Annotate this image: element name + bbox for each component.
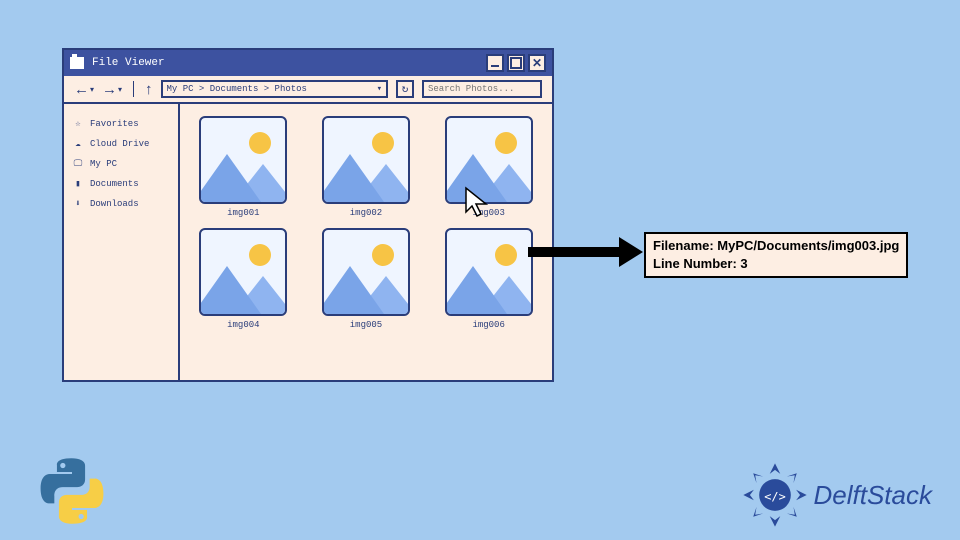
sidebar-item-label: Cloud Drive <box>90 139 149 149</box>
cloud-icon: ☁ <box>72 138 84 150</box>
python-logo <box>36 455 108 532</box>
back-button[interactable]: ←▾ <box>74 81 94 98</box>
sidebar-item-favorites[interactable]: ☆ Favorites <box>72 114 170 134</box>
sidebar-item-label: Favorites <box>90 119 139 129</box>
file-item[interactable]: img001 <box>194 116 293 218</box>
image-thumbnail[interactable] <box>322 116 410 204</box>
file-item[interactable]: img005 <box>317 228 416 330</box>
separator <box>133 81 134 97</box>
sidebar-item-cloud[interactable]: ☁ Cloud Drive <box>72 134 170 154</box>
file-item[interactable]: img004 <box>194 228 293 330</box>
sidebar-item-mypc[interactable]: 🖵 My PC <box>72 154 170 174</box>
file-item[interactable]: img002 <box>317 116 416 218</box>
laptop-icon: 🖵 <box>72 158 84 170</box>
window-title: File Viewer <box>92 57 165 69</box>
toolbar: ←▾ →▾ ↑ My PC > Documents > Photos ▾ ↻ <box>64 76 552 104</box>
breadcrumb: My PC > Documents > Photos <box>167 84 307 94</box>
sidebar-item-documents[interactable]: ▮ Documents <box>72 174 170 194</box>
forward-button[interactable]: →▾ <box>102 81 122 98</box>
chevron-down-icon[interactable]: ▾ <box>377 84 382 94</box>
maximize-button[interactable] <box>507 54 525 72</box>
refresh-button[interactable]: ↻ <box>396 80 414 98</box>
sidebar-item-label: My PC <box>90 159 117 169</box>
image-thumbnail[interactable] <box>445 228 533 316</box>
image-thumbnail[interactable] <box>199 228 287 316</box>
filename-text: Filename: MyPC/Documents/img003.jpg <box>653 237 899 255</box>
folder-icon: ▮ <box>72 178 84 190</box>
file-name: img002 <box>350 208 382 218</box>
sidebar: ☆ Favorites ☁ Cloud Drive 🖵 My PC ▮ Docu… <box>64 104 180 380</box>
up-button[interactable]: ↑ <box>145 81 153 98</box>
download-icon: ⬇ <box>72 198 84 210</box>
sidebar-item-downloads[interactable]: ⬇ Downloads <box>72 194 170 214</box>
address-bar[interactable]: My PC > Documents > Photos ▾ <box>161 80 388 98</box>
line-number-text: Line Number: 3 <box>653 255 899 273</box>
sidebar-item-label: Documents <box>90 179 139 189</box>
info-callout: Filename: MyPC/Documents/img003.jpg Line… <box>644 232 908 278</box>
file-name: img003 <box>472 208 504 218</box>
search-input[interactable] <box>422 80 542 98</box>
image-thumbnail[interactable] <box>445 116 533 204</box>
star-icon: ☆ <box>72 118 84 130</box>
window-controls: ✕ <box>486 54 546 72</box>
file-name: img004 <box>227 320 259 330</box>
file-grid: img001 img002 img003 img004 img005 img00… <box>180 104 552 380</box>
image-thumbnail[interactable] <box>199 116 287 204</box>
file-item[interactable]: img003 <box>439 116 538 218</box>
svg-text:</>: </> <box>764 489 785 503</box>
file-item[interactable]: img006 <box>439 228 538 330</box>
window-body: ☆ Favorites ☁ Cloud Drive 🖵 My PC ▮ Docu… <box>64 104 552 380</box>
titlebar[interactable]: File Viewer ✕ <box>64 50 552 76</box>
sidebar-item-label: Downloads <box>90 199 139 209</box>
image-thumbnail[interactable] <box>322 228 410 316</box>
file-name: img001 <box>227 208 259 218</box>
folder-icon <box>70 57 84 69</box>
delftstack-text: DelftStack <box>814 480 933 511</box>
minimize-button[interactable] <box>486 54 504 72</box>
file-name: img006 <box>472 320 504 330</box>
file-name: img005 <box>350 320 382 330</box>
close-button[interactable]: ✕ <box>528 54 546 72</box>
file-viewer-window: File Viewer ✕ ←▾ →▾ ↑ My PC > Documents … <box>62 48 554 382</box>
delftstack-logo: </> DelftStack <box>742 462 933 528</box>
callout-arrow <box>528 242 643 260</box>
